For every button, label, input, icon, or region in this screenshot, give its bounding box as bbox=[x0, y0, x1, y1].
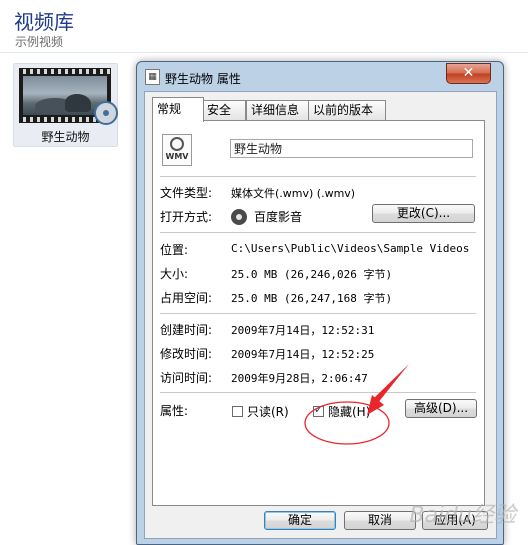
dialog-client: 常规 安全 详细信息 以前的版本 WMV 野生动物 文件类型: 媒体文件(.wm… bbox=[144, 91, 497, 539]
divider bbox=[160, 392, 476, 393]
wmv-file-icon: WMV bbox=[162, 134, 192, 166]
accessed-value: 2009年9月28日，2:06:47 bbox=[231, 372, 368, 385]
tab-details[interactable]: 详细信息 bbox=[246, 100, 312, 120]
wmv-label: WMV bbox=[165, 152, 189, 161]
readonly-checkbox[interactable] bbox=[232, 406, 243, 417]
cancel-button[interactable]: 取消 bbox=[344, 511, 416, 530]
advanced-button[interactable]: 高级(D)... bbox=[405, 399, 477, 418]
watermark: Baidu经验 bbox=[409, 503, 516, 528]
library-title: 视频库 bbox=[14, 10, 74, 34]
dialog-titlebar[interactable]: ▦ 野生动物 属性 ✕ bbox=[137, 62, 503, 90]
created-value: 2009年7月14日，12:52:31 bbox=[231, 324, 375, 337]
close-button[interactable]: ✕ bbox=[446, 63, 491, 84]
location-label: 位置: bbox=[160, 243, 189, 257]
size-label: 大小: bbox=[160, 267, 189, 281]
file-type-label: 文件类型: bbox=[160, 186, 213, 200]
hidden-checkbox[interactable] bbox=[313, 403, 324, 417]
open-with-value: 百度影音 bbox=[254, 210, 303, 224]
modified-value: 2009年7月14日，12:52:25 bbox=[231, 348, 375, 361]
divider bbox=[160, 313, 476, 314]
tab-general[interactable]: 常规 bbox=[152, 97, 204, 122]
video-tile-label: 野生动物 bbox=[41, 130, 90, 144]
thumbnail-animal bbox=[65, 94, 91, 112]
created-label: 创建时间: bbox=[160, 323, 213, 337]
size-on-disk-label: 占用空间: bbox=[160, 291, 213, 305]
hidden-label[interactable]: 隐藏(H) bbox=[328, 403, 370, 420]
library-subtitle: 示例视频 bbox=[15, 35, 64, 49]
location-value: C:\Users\Public\Videos\Sample Videos bbox=[231, 242, 470, 255]
open-with-label: 打开方式: bbox=[160, 210, 213, 224]
film-strip-top bbox=[19, 69, 111, 74]
general-panel: WMV 野生动物 文件类型: 媒体文件(.wmv) (.wmv) 打开方式: 百… bbox=[152, 120, 485, 506]
baidu-player-icon bbox=[231, 209, 247, 225]
file-properties-icon: ▦ bbox=[145, 69, 160, 85]
properties-dialog: ▦ 野生动物 属性 ✕ 常规 安全 详细信息 以前的版本 WMV 野生动物 文件… bbox=[136, 61, 504, 545]
film-reel-icon bbox=[94, 101, 118, 125]
divider bbox=[160, 232, 476, 233]
tab-previous-versions[interactable]: 以前的版本 bbox=[308, 100, 386, 120]
ok-button[interactable]: 确定 bbox=[264, 511, 336, 530]
divider bbox=[160, 176, 476, 177]
file-name-input[interactable]: 野生动物 bbox=[230, 139, 473, 158]
size-value: 25.0 MB (26,246,026 字节) bbox=[231, 268, 393, 281]
size-on-disk-value: 25.0 MB (26,247,168 字节) bbox=[231, 292, 393, 305]
accessed-label: 访问时间: bbox=[160, 371, 213, 385]
change-button[interactable]: 更改(C)... bbox=[372, 204, 475, 223]
dialog-title: 野生动物 属性 bbox=[165, 72, 241, 86]
film-disc-icon bbox=[170, 137, 184, 151]
readonly-label[interactable]: 只读(R) bbox=[247, 403, 289, 420]
attributes-label: 属性: bbox=[160, 404, 189, 418]
tab-security[interactable]: 安全 bbox=[202, 100, 246, 120]
video-tile[interactable]: 野生动物 bbox=[13, 63, 118, 147]
modified-label: 修改时间: bbox=[160, 347, 213, 361]
file-type-value: 媒体文件(.wmv) (.wmv) bbox=[231, 187, 356, 200]
library-divider bbox=[0, 52, 528, 53]
